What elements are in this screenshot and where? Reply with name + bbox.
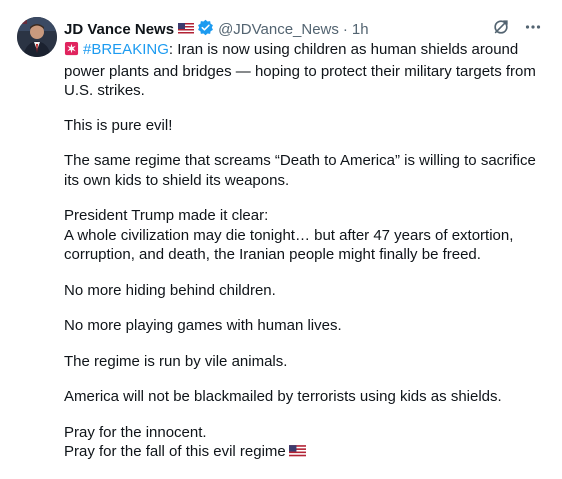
tweet-paragraph: No more hiding behind children.	[64, 281, 276, 299]
us-flag-icon	[178, 20, 195, 40]
tweet-line: President Trump made it clear:	[64, 207, 269, 224]
tweet-paragraph: The same regime that screams “Death to A…	[64, 152, 536, 189]
tweet-paragraph: #BREAKING: Iran is now using children as…	[64, 40, 542, 101]
tweet-paragraph: America will not be blackmailed by terro…	[64, 388, 502, 405]
author-name[interactable]: JD Vance News	[64, 20, 174, 40]
tweet[interactable]: JD Vance News @JDVance_News · 1h #BREAKI…	[0, 0, 562, 473]
grok-icon[interactable]	[492, 18, 510, 36]
header-separator: ·	[342, 21, 348, 38]
tweet-actions	[492, 18, 542, 36]
tweet-paragraph: President Trump made it clear: A whole c…	[64, 206, 542, 265]
tweet-line-text: Pray for the fall of this evil regime	[64, 443, 286, 460]
us-flag-icon	[288, 443, 306, 463]
avatar[interactable]	[17, 17, 57, 57]
rotating-light-icon	[64, 41, 79, 62]
tweet-paragraph: This is pure evil!	[64, 116, 173, 134]
tweet-line-last: Pray for the fall of this evil regime	[64, 442, 542, 463]
tweet-paragraph: No more playing games with human lives.	[64, 317, 342, 334]
author-handle[interactable]: @JDVance_News	[218, 20, 339, 40]
tweet-header: JD Vance News @JDVance_News · 1h	[64, 19, 542, 42]
tweet-paragraph: Pray for the innocent. Pray for the fall…	[64, 423, 542, 463]
tweet-text: #BREAKING: Iran is now using children as…	[64, 40, 542, 479]
hashtag-link[interactable]: #BREAKING	[83, 41, 169, 58]
post-time[interactable]: 1h	[352, 20, 369, 40]
tweet-paragraph: The regime is run by vile animals.	[64, 352, 288, 370]
tweet-line: Pray for the innocent.	[64, 423, 207, 441]
verified-badge-icon[interactable]	[197, 19, 214, 42]
tweet-line: A whole civilization may die tonight… bu…	[64, 226, 514, 264]
more-icon[interactable]	[524, 18, 542, 36]
